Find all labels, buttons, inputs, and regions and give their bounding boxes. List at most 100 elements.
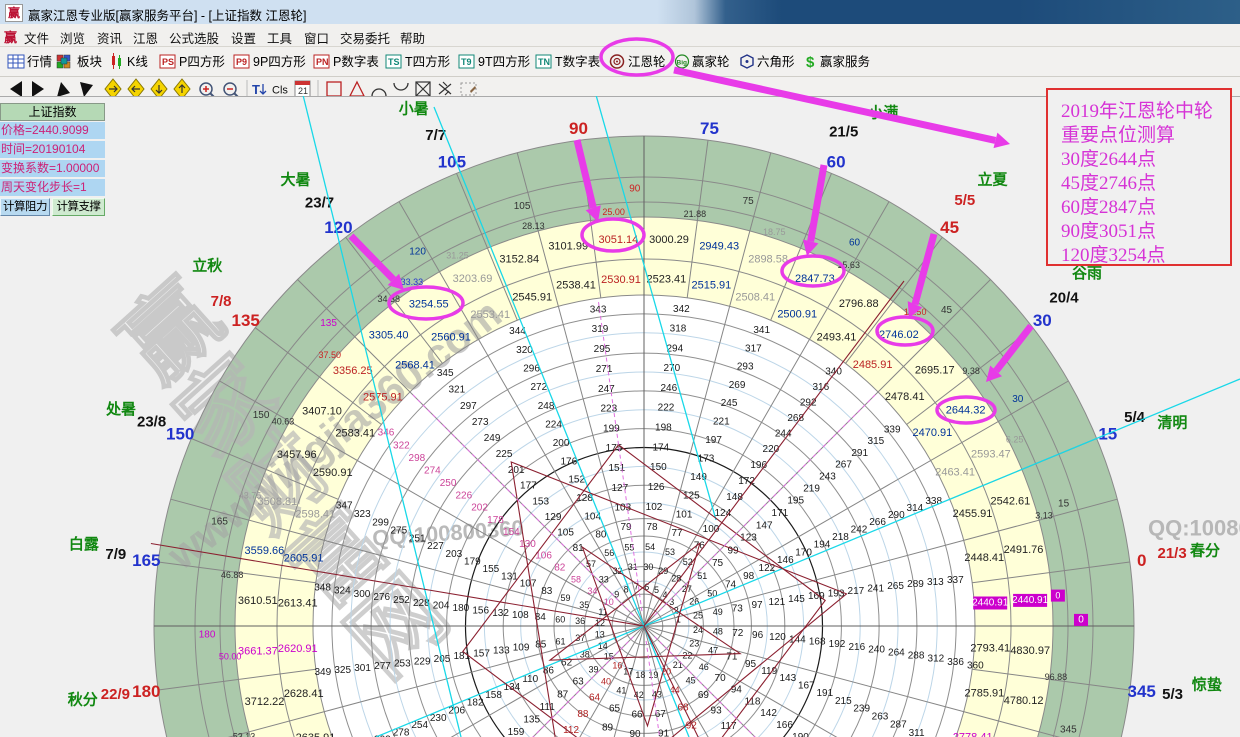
svg-text:151: 151: [608, 463, 625, 474]
svg-text:2583.41: 2583.41: [335, 428, 375, 440]
svg-text:69: 69: [698, 690, 710, 701]
svg-text:94: 94: [731, 685, 743, 696]
svg-text:24: 24: [693, 625, 703, 635]
svg-text:135: 135: [232, 311, 260, 330]
svg-text:239: 239: [853, 704, 870, 715]
svg-text:2530.91: 2530.91: [601, 274, 641, 286]
svg-text:QQ:100800360: QQ:100800360: [1148, 516, 1240, 541]
svg-text:127: 127: [611, 483, 628, 494]
svg-text:197: 197: [705, 435, 722, 446]
svg-text:5/5: 5/5: [954, 192, 975, 209]
svg-text:2440.91: 2440.91: [972, 598, 1009, 609]
svg-text:145: 145: [788, 594, 805, 605]
svg-text:43.75: 43.75: [239, 491, 262, 501]
svg-text:82: 82: [554, 562, 566, 573]
svg-text:61: 61: [555, 637, 565, 647]
svg-text:73: 73: [732, 603, 744, 614]
svg-text:180: 180: [132, 682, 160, 701]
svg-text:33: 33: [599, 574, 609, 584]
svg-text:75: 75: [743, 196, 755, 207]
svg-text:241: 241: [867, 584, 884, 595]
svg-text:2478.41: 2478.41: [885, 391, 925, 403]
svg-text:30: 30: [1012, 394, 1024, 405]
svg-text:3356.25: 3356.25: [333, 365, 373, 377]
svg-text:清明: 清明: [1157, 414, 1187, 432]
svg-text:83: 83: [541, 586, 553, 597]
svg-text:267: 267: [835, 460, 852, 471]
svg-text:165: 165: [132, 551, 160, 570]
svg-text:秋分: 秋分: [68, 690, 98, 708]
svg-text:21/5: 21/5: [829, 123, 858, 140]
svg-text:177: 177: [520, 481, 537, 492]
svg-text:240: 240: [868, 645, 885, 656]
svg-text:176: 176: [560, 456, 577, 467]
svg-text:180: 180: [199, 630, 216, 641]
svg-text:249: 249: [484, 433, 501, 444]
svg-text:274: 274: [424, 466, 441, 477]
svg-text:199: 199: [603, 424, 620, 435]
svg-text:120: 120: [409, 247, 426, 258]
svg-text:75: 75: [700, 119, 719, 138]
svg-text:321: 321: [448, 385, 465, 396]
svg-text:2448.41: 2448.41: [964, 552, 1004, 564]
svg-text:75: 75: [712, 558, 724, 569]
svg-text:31: 31: [628, 562, 638, 572]
svg-text:87: 87: [557, 689, 569, 700]
svg-text:3508.81: 3508.81: [258, 496, 298, 508]
svg-text:36: 36: [575, 616, 585, 626]
svg-text:54: 54: [645, 542, 655, 552]
svg-text:107: 107: [520, 579, 537, 590]
svg-text:88: 88: [577, 709, 589, 720]
svg-text:340: 340: [825, 366, 842, 377]
svg-text:47: 47: [708, 645, 718, 655]
svg-text:133: 133: [493, 646, 510, 657]
svg-text:287: 287: [890, 720, 907, 731]
svg-text:33.33: 33.33: [401, 277, 424, 287]
svg-text:2613.41: 2613.41: [278, 598, 318, 610]
svg-text:31.25: 31.25: [446, 250, 469, 260]
svg-text:97: 97: [751, 600, 763, 611]
svg-text:168: 168: [809, 637, 826, 648]
svg-text:275: 275: [390, 525, 407, 536]
svg-text:271: 271: [596, 364, 613, 375]
svg-text:2545.91: 2545.91: [512, 292, 552, 304]
svg-text:252: 252: [393, 595, 410, 606]
svg-text:90: 90: [629, 184, 641, 195]
svg-text:3712.22: 3712.22: [245, 696, 285, 708]
svg-text:3000.29: 3000.29: [649, 234, 689, 246]
svg-text:105: 105: [514, 201, 531, 212]
svg-text:147: 147: [756, 520, 773, 531]
svg-text:40.63: 40.63: [272, 416, 295, 426]
svg-text:319: 319: [592, 324, 609, 335]
svg-text:273: 273: [472, 417, 489, 428]
svg-text:215: 215: [835, 696, 852, 707]
svg-text:150: 150: [253, 410, 270, 421]
svg-text:23/8: 23/8: [137, 414, 166, 431]
svg-text:小暑: 小暑: [399, 99, 429, 117]
svg-text:70: 70: [715, 673, 727, 684]
svg-text:135: 135: [523, 715, 540, 726]
svg-text:0: 0: [1137, 551, 1146, 570]
svg-text:2605.91: 2605.91: [284, 553, 324, 565]
svg-text:28.13: 28.13: [522, 221, 545, 231]
svg-text:157: 157: [473, 648, 490, 659]
svg-text:10: 10: [604, 597, 614, 607]
svg-text:2508.41: 2508.41: [735, 291, 775, 303]
svg-text:224: 224: [545, 419, 562, 430]
svg-text:223: 223: [600, 404, 617, 415]
svg-text:219: 219: [803, 484, 820, 495]
svg-text:277: 277: [374, 661, 391, 672]
svg-text:171: 171: [772, 508, 789, 519]
svg-text:2538.41: 2538.41: [556, 280, 596, 292]
svg-text:2463.41: 2463.41: [935, 466, 975, 478]
svg-text:264: 264: [888, 648, 905, 659]
svg-text:345: 345: [1060, 725, 1077, 736]
svg-text:250: 250: [440, 478, 457, 489]
svg-text:230: 230: [430, 713, 447, 724]
svg-text:25: 25: [693, 611, 703, 621]
svg-text:立夏: 立夏: [977, 171, 1008, 189]
svg-text:9.38: 9.38: [962, 366, 980, 376]
svg-text:288: 288: [908, 651, 925, 662]
svg-text:153: 153: [532, 496, 549, 507]
svg-text:2644.32: 2644.32: [946, 405, 986, 417]
